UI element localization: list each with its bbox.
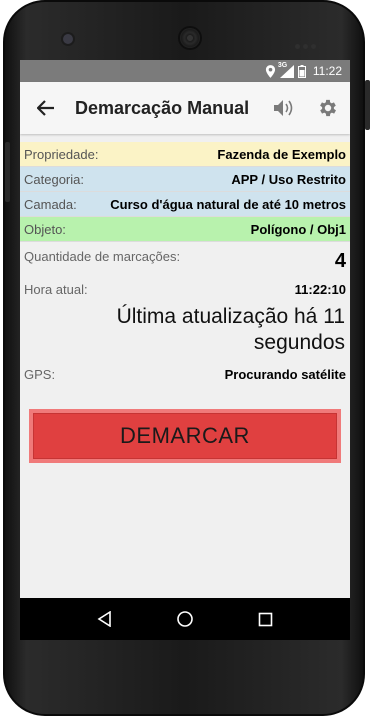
recents-square-icon[interactable] — [253, 607, 277, 631]
status-bar: 3G 11:22 — [20, 60, 350, 82]
gear-icon[interactable] — [316, 96, 340, 120]
propriedade-row: Propriedade: Fazenda de Exemplo — [20, 142, 350, 167]
status-time: 11:22 — [312, 64, 342, 78]
camada-row: Camada: Curso d'água natural de até 10 m… — [20, 192, 350, 217]
hora-label: Hora atual: — [24, 281, 88, 297]
volume-icon[interactable] — [272, 96, 296, 120]
signal-icon: 3G — [277, 61, 294, 78]
home-circle-icon[interactable] — [173, 607, 197, 631]
network-type-label: 3G — [277, 61, 288, 69]
volume-rocker — [5, 142, 10, 202]
quantidade-value: 4 — [334, 250, 346, 272]
camada-label: Camada: — [24, 196, 77, 212]
device-screen: 3G 11:22 Demarcação Manual Propriedade: … — [20, 60, 350, 640]
gps-value: Procurando satélite — [224, 366, 346, 382]
objeto-label: Objeto: — [24, 221, 66, 237]
gps-row: GPS: Procurando satélite — [20, 360, 350, 388]
objeto-value: Polígono / Obj1 — [250, 221, 346, 237]
hora-row: Hora atual: 11:22:10 — [20, 276, 350, 302]
categoria-row: Categoria: APP / Uso Restrito — [20, 167, 350, 192]
app-bar: Demarcação Manual — [20, 82, 350, 134]
camada-value: Curso d'água natural de até 10 metros — [110, 196, 346, 212]
battery-icon — [297, 64, 306, 78]
gps-label: GPS: — [24, 366, 56, 382]
categoria-label: Categoria: — [24, 171, 84, 187]
propriedade-value: Fazenda de Exemplo — [217, 146, 346, 162]
front-camera — [63, 34, 73, 44]
back-triangle-icon[interactable] — [93, 607, 117, 631]
earpiece-speaker — [180, 28, 200, 48]
power-button — [365, 80, 370, 130]
quantidade-row: Quantidade de marcações: 4 — [20, 242, 350, 276]
back-arrow-icon[interactable] — [34, 96, 58, 120]
hora-value: 11:22:10 — [294, 281, 346, 297]
last-update-text: Última atualização há 11 segundos — [116, 305, 345, 354]
quantidade-label: Quantidade de marcações: — [24, 249, 181, 264]
navigation-bar — [20, 598, 350, 640]
categoria-value: APP / Uso Restrito — [231, 171, 346, 187]
demarcar-button[interactable]: DEMARCAR — [29, 409, 341, 463]
proximity-sensors — [295, 36, 335, 49]
location-icon — [265, 64, 276, 78]
objeto-row: Objeto: Polígono / Obj1 — [20, 217, 350, 242]
page-title: Demarcação Manual — [75, 97, 250, 118]
propriedade-label: Propriedade: — [24, 146, 99, 162]
